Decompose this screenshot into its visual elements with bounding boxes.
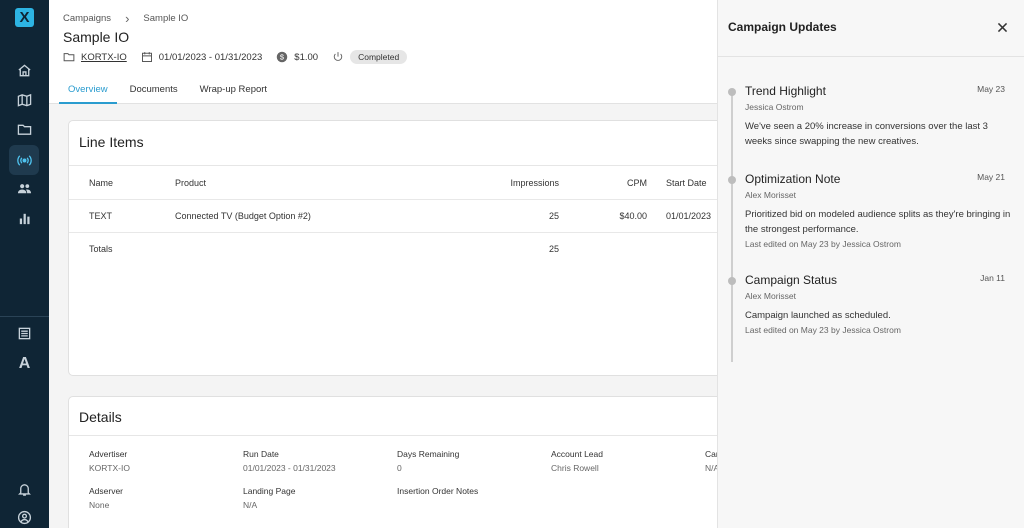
update-title: Campaign Status — [745, 273, 838, 287]
app-logo[interactable]: X — [15, 8, 34, 27]
account-icon[interactable] — [12, 505, 37, 528]
update-body: Campaign launched as scheduled. — [745, 310, 891, 321]
cell-cpm: $40.00 — [619, 211, 647, 221]
card-divider — [69, 435, 727, 436]
update-body: Prioritized bid on modeled audience spli… — [745, 209, 1011, 235]
calendar-icon — [141, 52, 152, 62]
update-date: May 21 — [977, 172, 1005, 182]
update-item[interactable]: Trend Highlight May 23 Jessica Ostrom We… — [745, 84, 1015, 149]
status-badge: Completed — [350, 50, 408, 64]
detail-run-date: Run Date 01/01/2023 - 01/31/2023 — [243, 449, 336, 473]
panel-title: Campaign Updates — [728, 20, 837, 34]
timeline-dot — [728, 176, 736, 184]
timeline-dot — [728, 277, 736, 285]
page-title: Sample IO — [63, 29, 130, 45]
tab-overview[interactable]: Overview — [59, 84, 117, 104]
line-items-title: Line Items — [79, 134, 144, 150]
dollar-icon: $ — [277, 51, 288, 63]
col-header-impressions[interactable]: Impressions — [449, 178, 559, 188]
update-item[interactable]: Campaign Status Jan 11 Alex Morisset Cam… — [745, 273, 1015, 335]
folder-icon — [63, 53, 75, 62]
detail-account-lead: Account Lead Chris Rowell — [551, 449, 603, 473]
timeline-dot — [728, 88, 736, 96]
update-author: Alex Morisset — [745, 291, 797, 301]
totals-impressions: 25 — [548, 244, 559, 254]
breadcrumb-current: Sample IO — [143, 13, 189, 24]
io-link[interactable]: KORTX-IO — [81, 52, 127, 63]
date-range: 01/01/2023 - 01/31/2023 — [158, 51, 263, 63]
timeline-line — [731, 90, 733, 362]
update-body: We've seen a 20% increase in conversions… — [745, 121, 988, 147]
breadcrumb: Campaigns › Sample IO — [63, 11, 188, 26]
details-card: Details Advertiser KORTX-IO Run Date 01/… — [68, 396, 728, 528]
sidebar-divider — [0, 316, 49, 317]
card-divider — [69, 165, 727, 166]
breadcrumb-campaigns[interactable]: Campaigns — [63, 13, 111, 24]
col-header-cpm[interactable]: CPM — [589, 178, 647, 188]
col-header-name[interactable]: Name — [89, 178, 113, 188]
table-header-row: Name Product Impressions CPM Start Date — [69, 167, 727, 200]
map-icon[interactable] — [12, 88, 37, 113]
panel-header: Campaign Updates — [718, 0, 1024, 57]
bell-icon[interactable] — [12, 477, 37, 502]
budget-value: $1.00 — [294, 51, 319, 63]
letter-a-label: A — [18, 354, 31, 372]
campaign-updates-panel: Campaign Updates Trend Highlight May 23 … — [717, 0, 1024, 528]
detail-advertiser: Advertiser KORTX-IO — [89, 449, 130, 473]
tab-bar: Overview Documents Wrap-up Report — [59, 84, 280, 104]
folder-icon[interactable] — [12, 117, 37, 142]
tab-wrap-up-report[interactable]: Wrap-up Report — [191, 84, 276, 104]
main-content: Campaigns › Sample IO Sample IO KORTX-IO… — [49, 0, 728, 528]
line-items-table: Name Product Impressions CPM Start Date … — [69, 167, 727, 266]
io-meta: KORTX-IO 01/01/2023 - 01/31/2023 $ $1.00… — [63, 50, 408, 64]
home-icon[interactable] — [12, 58, 37, 83]
update-title: Trend Highlight — [745, 84, 826, 98]
page-header: Campaigns › Sample IO Sample IO KORTX-IO… — [49, 0, 717, 104]
close-icon[interactable] — [994, 19, 1010, 35]
cell-product: Connected TV (Budget Option #2) — [175, 211, 311, 221]
table-row[interactable]: TEXT Connected TV (Budget Option #2) 25 … — [69, 200, 727, 233]
update-edited: Last edited on May 23 by Jessica Ostrom — [745, 325, 901, 335]
power-icon — [333, 52, 343, 61]
col-header-start-date[interactable]: Start Date — [666, 178, 707, 188]
sidebar: X A — [0, 0, 49, 528]
col-header-product[interactable]: Product — [175, 178, 206, 188]
tab-documents[interactable]: Documents — [121, 84, 187, 104]
detail-landing-page: Landing Page N/A — [243, 486, 296, 510]
totals-label: Totals — [89, 244, 113, 254]
list-icon[interactable] — [12, 321, 37, 346]
detail-adserver: Adserver None — [89, 486, 124, 510]
update-author: Jessica Ostrom — [745, 102, 804, 112]
update-edited: Last edited on May 23 by Jessica Ostrom — [745, 239, 901, 249]
update-date: May 23 — [977, 84, 1005, 94]
detail-io-notes: Insertion Order Notes — [397, 486, 479, 496]
bar-chart-icon[interactable] — [12, 206, 37, 231]
cell-impressions: 25 — [548, 211, 559, 221]
cell-start-date: 01/01/2023 — [666, 211, 712, 221]
cell-name: TEXT — [89, 211, 113, 221]
chevron-right-icon: › — [125, 11, 130, 26]
people-icon[interactable] — [12, 176, 37, 201]
line-items-card: Line Items Name Product Impressions CPM … — [68, 120, 728, 376]
update-item[interactable]: Optimization Note May 21 Alex Morisset P… — [745, 172, 1015, 249]
totals-row: Totals 25 — [69, 233, 727, 266]
letter-a-icon[interactable]: A — [12, 351, 37, 376]
update-author: Alex Morisset — [745, 190, 797, 200]
detail-days-remaining: Days Remaining 0 — [397, 449, 460, 473]
broadcast-icon[interactable] — [9, 145, 39, 175]
details-title: Details — [79, 409, 122, 425]
update-date: Jan 11 — [980, 273, 1005, 283]
update-title: Optimization Note — [745, 172, 841, 186]
